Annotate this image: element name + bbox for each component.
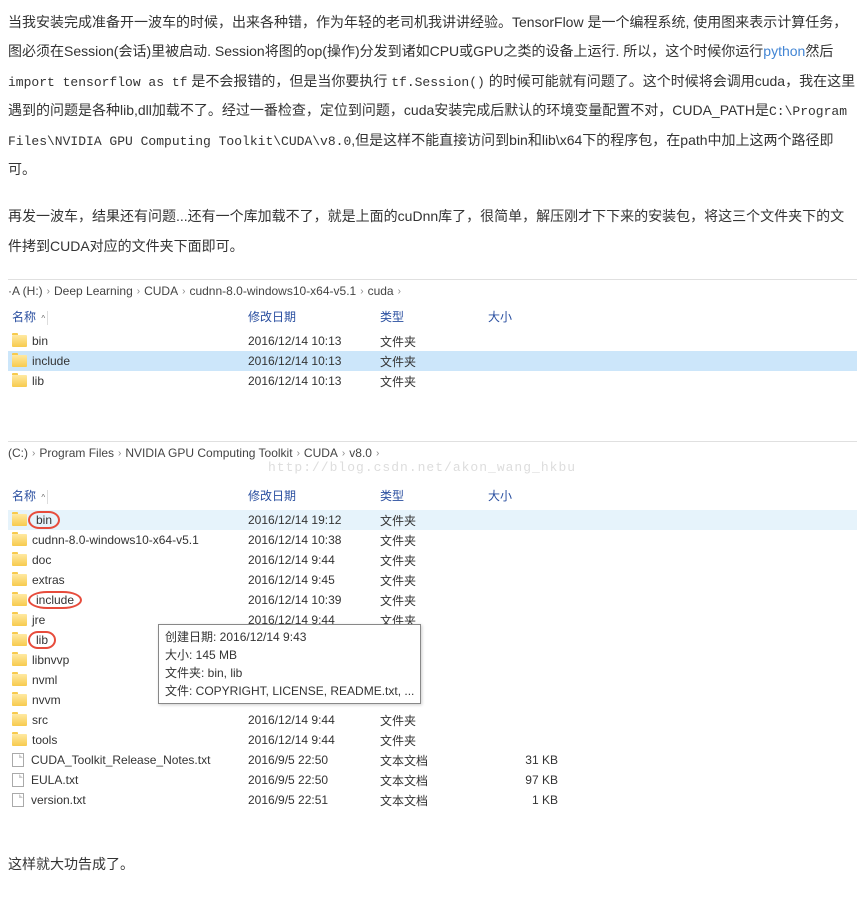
table-row[interactable]: nvml (8, 670, 857, 690)
file-icon (12, 753, 24, 767)
table-row[interactable]: cudnn-8.0-windows10-x64-v5.12016/12/14 1… (8, 530, 857, 550)
table-row[interactable]: extras2016/12/14 9:45文件夹 (8, 570, 857, 590)
chevron-right-icon: › (182, 286, 185, 297)
table-row[interactable]: doc2016/12/14 9:44文件夹 (8, 550, 857, 570)
paragraph-1: 当我安装完成准备开一波车的时候，出来各种错，作为年轻的老司机我讲讲经验。Tens… (8, 8, 857, 184)
col-name[interactable]: 名称 ^ (8, 487, 248, 504)
column-headers-1: 名称 ^ 修改日期 类型 大小 (8, 302, 857, 331)
file-name: include (28, 591, 82, 609)
breadcrumb-1[interactable]: ·A (H:) › Deep Learning › CUDA › cudnn-8… (8, 280, 857, 302)
col-date[interactable]: 修改日期 (248, 308, 380, 325)
table-row[interactable]: include2016/12/14 10:13文件夹 (8, 351, 857, 371)
watermark: http://blog.csdn.net/akon_wang_hkbu (268, 460, 857, 475)
file-name: lib (32, 374, 44, 388)
file-name: libnvvp (32, 653, 69, 667)
chevron-right-icon: › (360, 286, 363, 297)
table-row[interactable]: nvvm (8, 690, 857, 710)
table-row[interactable]: EULA.txt2016/9/5 22:50文本文档97 KB (8, 770, 857, 790)
file-name: version.txt (31, 793, 86, 807)
table-row[interactable]: libnvvp (8, 650, 857, 670)
column-headers-2: 名称 ^ 修改日期 类型 大小 (8, 481, 857, 510)
folder-icon (12, 594, 27, 606)
table-row[interactable]: CUDA_Toolkit_Release_Notes.txt2016/9/5 2… (8, 750, 857, 770)
table-row[interactable]: bin2016/12/14 10:13文件夹 (8, 331, 857, 351)
folder-icon (12, 335, 27, 347)
folder-icon (12, 674, 27, 686)
file-name: tools (32, 733, 57, 747)
file-name: jre (32, 613, 45, 627)
folder-icon (12, 714, 27, 726)
folder-icon (12, 654, 27, 666)
table-row[interactable]: tools2016/12/14 9:44文件夹 (8, 730, 857, 750)
folder-icon (12, 574, 27, 586)
table-row[interactable]: include2016/12/14 10:39文件夹 (8, 590, 857, 610)
col-size[interactable]: 大小 (488, 308, 558, 325)
file-icon (12, 793, 24, 807)
file-name: lib (28, 631, 56, 649)
chevron-right-icon: › (32, 448, 35, 459)
file-name: include (32, 354, 70, 368)
file-name: CUDA_Toolkit_Release_Notes.txt (31, 753, 210, 767)
paragraph-3: 这样就大功告成了。 (8, 850, 857, 879)
folder-icon (12, 534, 27, 546)
table-row[interactable]: lib2016/12/14 10:13文件夹 (8, 371, 857, 391)
file-name: cudnn-8.0-windows10-x64-v5.1 (32, 533, 199, 547)
file-name: bin (28, 511, 60, 529)
sort-icon: ^ (41, 493, 45, 502)
paragraph-2: 再发一波车，结果还有问题...还有一个库加载不了，就是上面的cuDnn库了，很简… (8, 202, 857, 261)
chevron-right-icon: › (47, 286, 50, 297)
file-icon (12, 773, 24, 787)
folder-icon (12, 355, 27, 367)
chevron-right-icon: › (342, 448, 345, 459)
file-name: extras (32, 573, 65, 587)
chevron-right-icon: › (398, 286, 401, 297)
chevron-right-icon: › (297, 448, 300, 459)
col-size[interactable]: 大小 (488, 487, 558, 504)
file-name: src (32, 713, 48, 727)
file-name: bin (32, 334, 48, 348)
table-row[interactable]: src2016/12/14 9:44文件夹 (8, 710, 857, 730)
file-name: nvvm (32, 693, 61, 707)
sort-icon: ^ (41, 314, 45, 323)
file-explorer-2: (C:) › Program Files › NVIDIA GPU Comput… (8, 441, 857, 810)
col-date[interactable]: 修改日期 (248, 487, 380, 504)
folder-icon (12, 514, 27, 526)
table-row[interactable]: jre2016/12/14 9:44文件夹 (8, 610, 857, 630)
table-row[interactable]: lib创建日期: 2016/12/14 9:43大小: 145 MB文件夹: b… (8, 630, 857, 650)
file-explorer-1: ·A (H:) › Deep Learning › CUDA › cudnn-8… (8, 279, 857, 391)
table-row[interactable]: bin2016/12/14 19:12文件夹 (8, 510, 857, 530)
folder-icon (12, 554, 27, 566)
file-name: EULA.txt (31, 773, 78, 787)
chevron-right-icon: › (118, 448, 121, 459)
col-type[interactable]: 类型 (380, 487, 488, 504)
chevron-right-icon: › (137, 286, 140, 297)
col-type[interactable]: 类型 (380, 308, 488, 325)
table-row[interactable]: version.txt2016/9/5 22:51文本文档1 KB (8, 790, 857, 810)
file-name: doc (32, 553, 51, 567)
chevron-right-icon: › (376, 448, 379, 459)
folder-tooltip: 创建日期: 2016/12/14 9:43大小: 145 MB文件夹: bin,… (158, 624, 421, 704)
folder-icon (12, 614, 27, 626)
folder-icon (12, 734, 27, 746)
col-name[interactable]: 名称 ^ (8, 308, 248, 325)
folder-icon (12, 375, 27, 387)
folder-icon (12, 634, 27, 646)
file-name: nvml (32, 673, 57, 687)
folder-icon (12, 694, 27, 706)
